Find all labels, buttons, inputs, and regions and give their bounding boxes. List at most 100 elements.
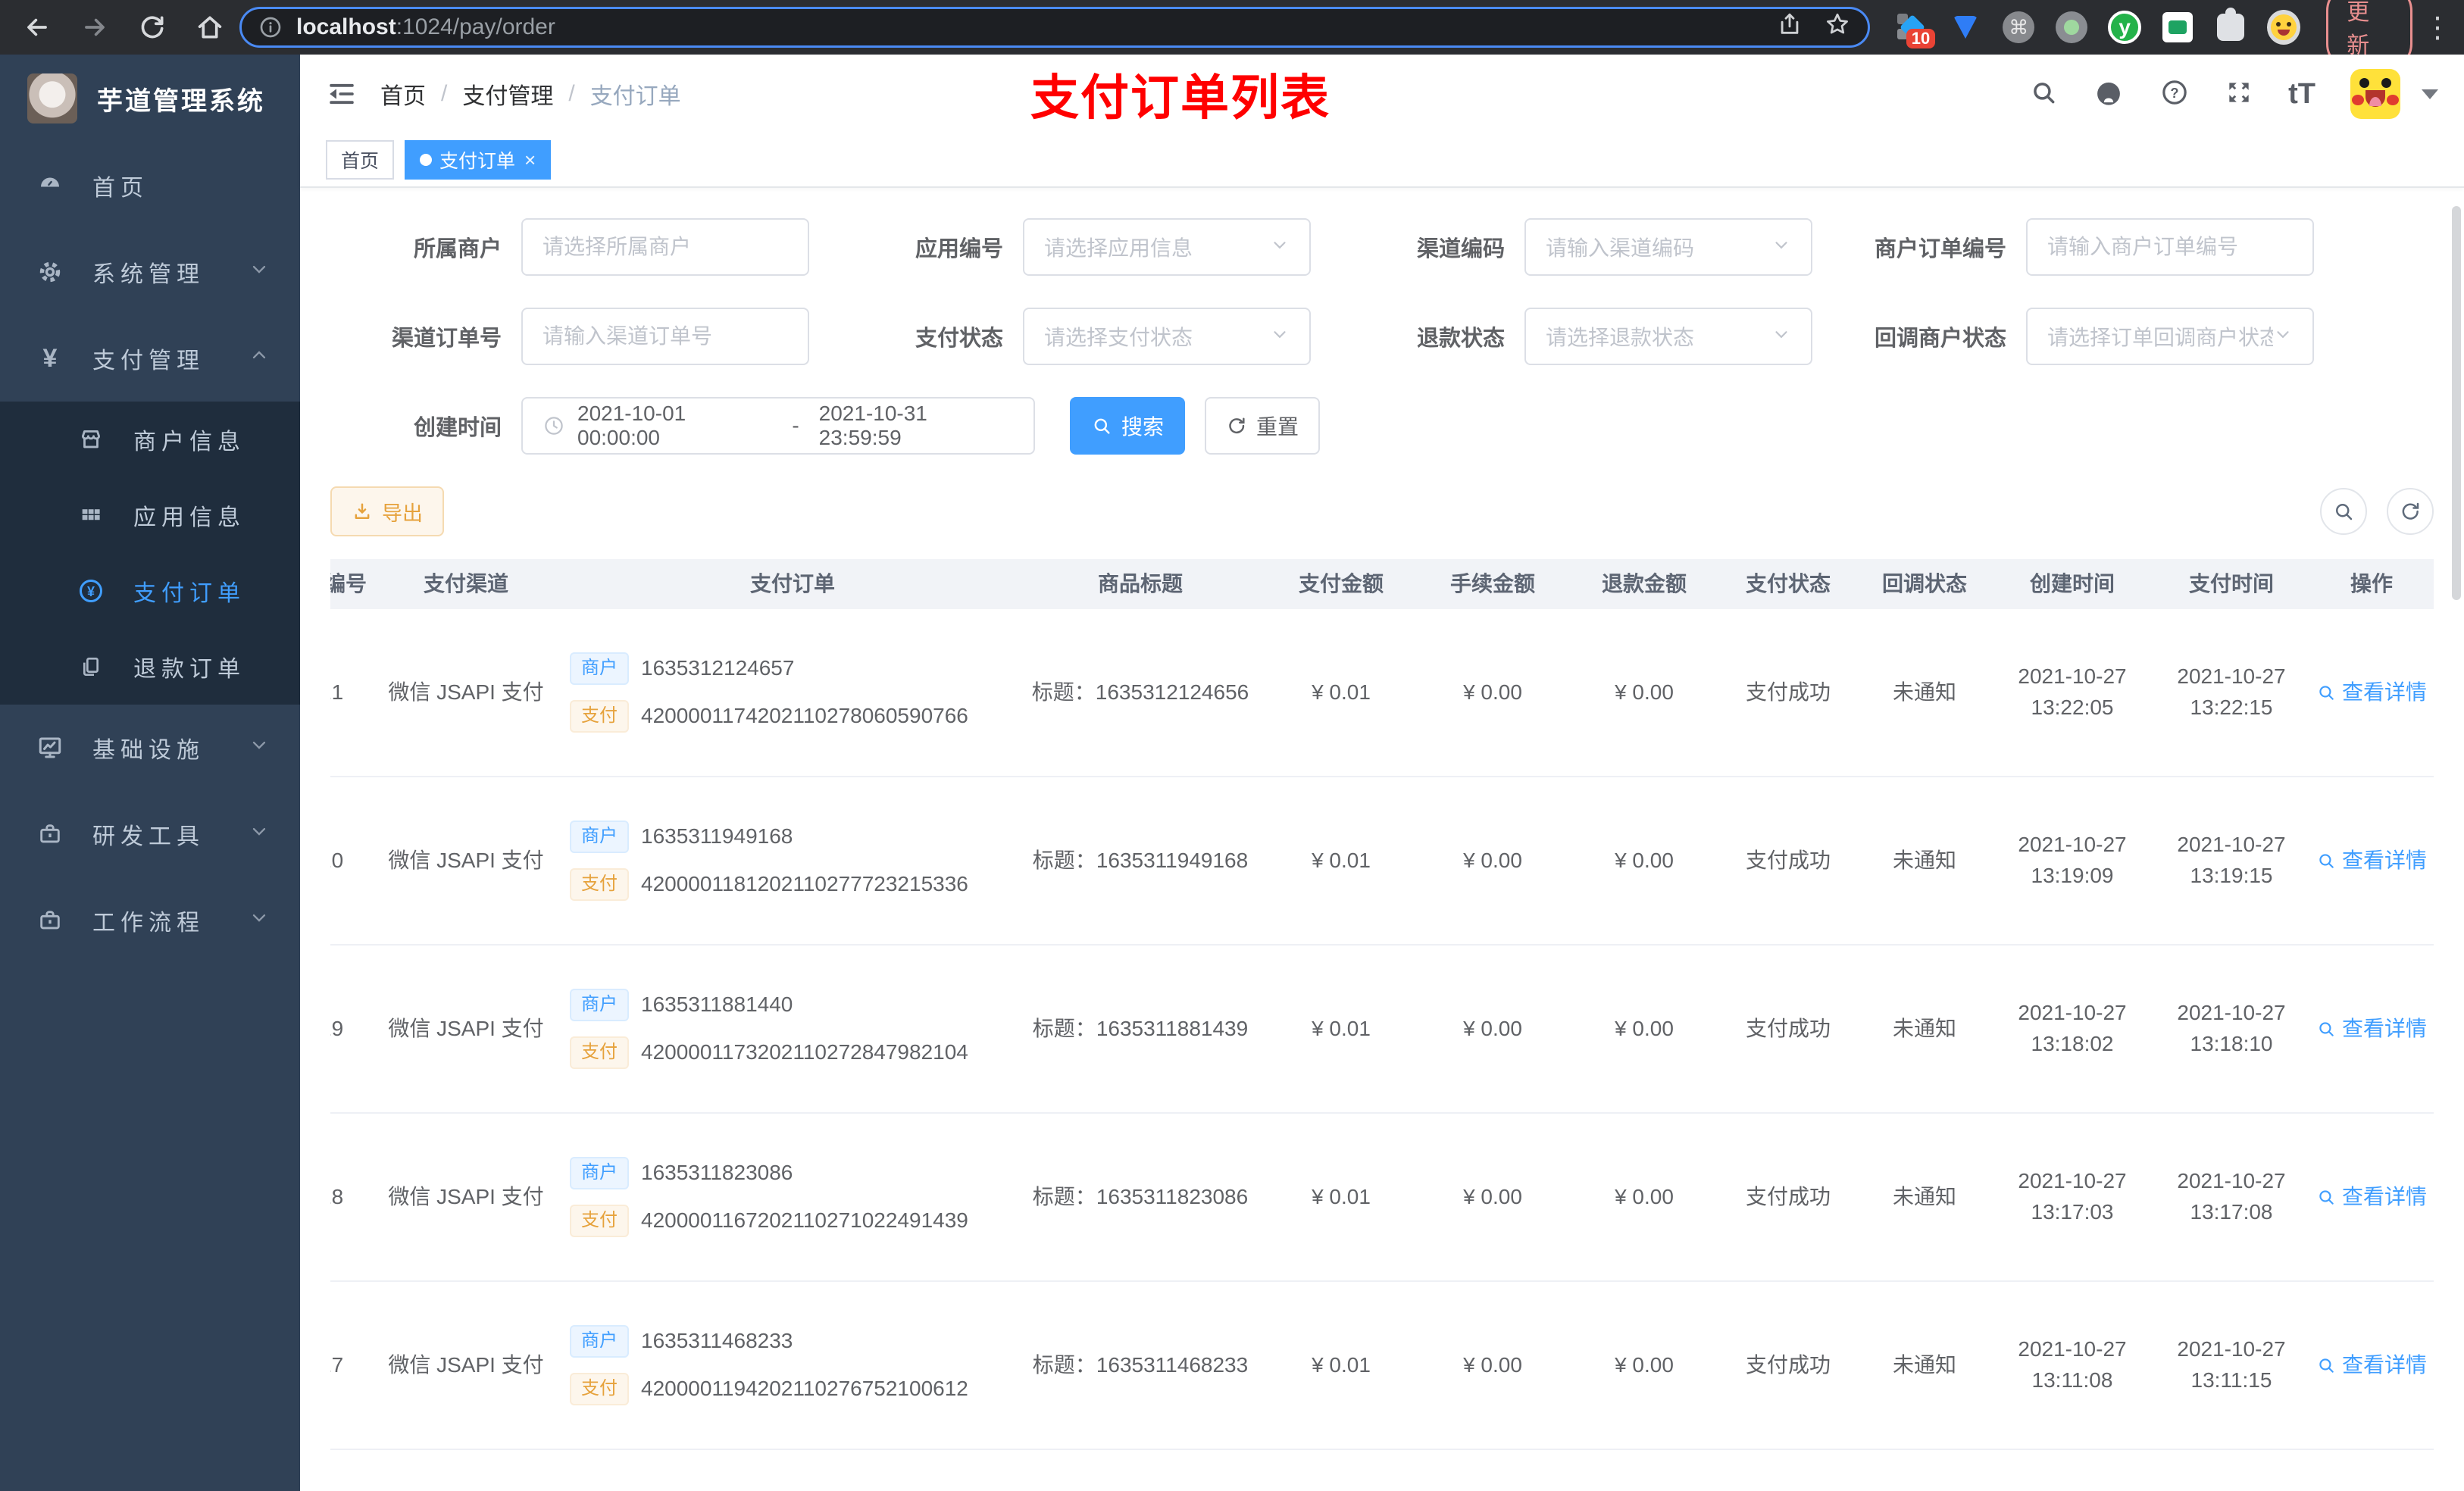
- table-row: 20 微信 JSAPI 支付 商户 1635311949168 支付 4200001…: [330, 777, 2434, 946]
- cell-status: 支付成功: [1745, 848, 1831, 872]
- bookmark-star-icon[interactable]: [1824, 11, 1851, 44]
- ext-v-icon[interactable]: y: [2108, 11, 2142, 44]
- search-button-label: 搜索: [1121, 415, 1164, 439]
- merchant-order-no: 1635311823086: [641, 1161, 793, 1185]
- app-select[interactable]: 请选择应用信息: [1023, 218, 1311, 276]
- channel-code-select[interactable]: 请输入渠道编码: [1524, 218, 1812, 276]
- view-detail-link[interactable]: 查看详情: [2311, 1350, 2432, 1381]
- ext-gem-icon[interactable]: [1949, 11, 1982, 44]
- extensions-puzzle-icon[interactable]: [2214, 8, 2247, 44]
- filter-label: 商户订单编号: [1874, 237, 2006, 261]
- sidebar-item-system[interactable]: 系统管理: [0, 229, 300, 315]
- sidebar-item-label: 应用信息: [133, 505, 245, 530]
- select-placeholder: 请选择支付状态: [1044, 326, 1193, 349]
- date-range-picker[interactable]: 2021-10-01 00:00:00 - 2021-10-31 23:59:5…: [521, 397, 1035, 455]
- cell-title: 标题： 1635311949168: [1032, 848, 1249, 872]
- filter-label: 回调商户状态: [1874, 327, 2006, 351]
- cell-fee: ¥ 0.00: [1463, 1184, 1522, 1208]
- sidebar-fold-icon[interactable]: [326, 78, 358, 110]
- sidebar-item-refund-order[interactable]: 退款订单: [0, 629, 300, 705]
- view-detail-link[interactable]: 查看详情: [2311, 1182, 2432, 1213]
- search-button[interactable]: 搜索: [1070, 397, 1185, 455]
- cell-refund: ¥ 0.00: [1615, 1016, 1674, 1040]
- channel-pay-no: 4200001167202110271022491439: [641, 1208, 968, 1233]
- cell-status: 支付成功: [1745, 1184, 1831, 1208]
- address-bar[interactable]: localhost:1024/pay/order: [239, 7, 1871, 48]
- refund-status-select[interactable]: 请选择退款状态: [1524, 308, 1812, 365]
- back-icon[interactable]: [23, 13, 52, 42]
- sidebar-item-pay-order[interactable]: ¥ 支付订单: [0, 553, 300, 629]
- cell-created: 2021-10-27 13:19:09: [2018, 833, 2127, 887]
- font-size-icon[interactable]: tT: [2288, 78, 2315, 111]
- merchant-input[interactable]: [521, 218, 809, 276]
- scrollbar[interactable]: [2452, 206, 2461, 600]
- sidebar-item-infra[interactable]: 基础设施: [0, 705, 300, 791]
- ext-blocks-icon[interactable]: 10: [1896, 11, 1936, 48]
- forward-icon[interactable]: [80, 13, 109, 42]
- refresh-table-button[interactable]: [2387, 488, 2434, 535]
- date-end: 2021-10-31 23:59:59: [818, 402, 927, 449]
- cell-paid: 2021-10-27 13:19:15: [2177, 833, 2286, 887]
- pay-status-select[interactable]: 请选择支付状态: [1023, 308, 1311, 365]
- user-avatar[interactable]: [2350, 69, 2400, 119]
- toggle-search-button[interactable]: [2320, 488, 2367, 535]
- site-info-icon[interactable]: [258, 15, 283, 39]
- browser-menu-icon[interactable]: ⋮: [2423, 11, 2452, 45]
- cell-id: 18: [330, 1184, 344, 1208]
- top-navbar: 首页 / 支付管理 / 支付订单 支付订单列表 ? tT: [300, 55, 2464, 133]
- select-placeholder: 请选择应用信息: [1044, 236, 1193, 260]
- view-detail-link[interactable]: 查看详情: [2311, 846, 2432, 877]
- filter-refund-status: 退款状态 请选择退款状态: [1334, 308, 1835, 365]
- pay-order-table: 编号 支付渠道 支付订单 商品标题 支付金额 手续金额 退款金额 支付状态 回调…: [330, 559, 2434, 1491]
- sidebar-item-pay[interactable]: ¥ 支付管理: [0, 315, 300, 402]
- tag-home[interactable]: 首页: [326, 140, 395, 180]
- fullscreen-icon[interactable]: [2225, 78, 2253, 111]
- sidebar-item-label: 基础设施: [92, 738, 205, 763]
- filter-label: 支付状态: [915, 327, 1003, 351]
- reset-button[interactable]: 重置: [1205, 397, 1320, 455]
- sidebar-item-label: 工作流程: [92, 911, 205, 936]
- caret-down-icon[interactable]: [2422, 89, 2438, 99]
- select-placeholder: 请选择退款状态: [1546, 326, 1695, 349]
- select-placeholder: 请选择订单回调商户状态: [2047, 326, 2273, 349]
- home-icon[interactable]: [195, 13, 224, 42]
- channel-order-no-input[interactable]: [521, 308, 809, 365]
- tag-pay-order[interactable]: 支付订单 ×: [405, 140, 552, 180]
- notify-status-select[interactable]: 请选择订单回调商户状态: [2026, 308, 2314, 365]
- sidebar-item-label: 支付管理: [92, 349, 205, 374]
- col-header: 退款金额: [1601, 571, 1687, 595]
- logo-image: [27, 73, 77, 123]
- channel-pay-no: 4200001181202110277723215336: [641, 872, 968, 896]
- close-icon[interactable]: ×: [524, 148, 536, 172]
- sidebar-item-merchant-info[interactable]: 商户信息: [0, 402, 300, 477]
- ext-record-icon[interactable]: [2055, 11, 2088, 44]
- sidebar-item-workflow[interactable]: 工作流程: [0, 877, 300, 964]
- merchant-order-no: 1635311468233: [641, 1329, 793, 1353]
- merchant-order-no-input[interactable]: [2026, 218, 2314, 276]
- filter-label: 渠道订单号: [391, 327, 502, 351]
- ext-command-icon[interactable]: ⌘: [2002, 11, 2035, 44]
- view-detail-link[interactable]: 查看详情: [2311, 1014, 2432, 1045]
- ext-chat-icon[interactable]: [2161, 11, 2194, 44]
- share-icon[interactable]: [1777, 11, 1803, 43]
- chevron-down-icon: [1270, 324, 1290, 349]
- reload-icon[interactable]: [138, 13, 167, 42]
- sidebar-item-app-info[interactable]: 应用信息: [0, 477, 300, 553]
- help-icon[interactable]: ?: [2159, 77, 2190, 111]
- search-icon[interactable]: [2029, 78, 2058, 111]
- export-button[interactable]: 导出: [330, 486, 444, 536]
- cell-amount: ¥ 0.01: [1312, 848, 1371, 872]
- app-logo[interactable]: 芋道管理系统: [0, 55, 300, 142]
- cell-order-nos: 商户 1635311823086 支付 4200001167202110271022…: [553, 1157, 1015, 1237]
- chevron-up-icon: [249, 345, 270, 372]
- breadcrumb-pay[interactable]: 支付管理: [462, 77, 553, 111]
- sidebar-item-devtools[interactable]: 研发工具: [0, 791, 300, 877]
- storefront-icon: [76, 427, 106, 452]
- sidebar-item-home[interactable]: 首页: [0, 142, 300, 229]
- view-detail-link[interactable]: 查看详情: [2311, 677, 2432, 708]
- browser-profile-avatar[interactable]: [2267, 10, 2301, 45]
- cell-fee: ¥ 0.00: [1463, 1352, 1522, 1377]
- cell-created: 2021-10-27 13:17:03: [2018, 1169, 2127, 1224]
- github-icon[interactable]: [2093, 77, 2125, 112]
- breadcrumb-home[interactable]: 首页: [380, 77, 426, 111]
